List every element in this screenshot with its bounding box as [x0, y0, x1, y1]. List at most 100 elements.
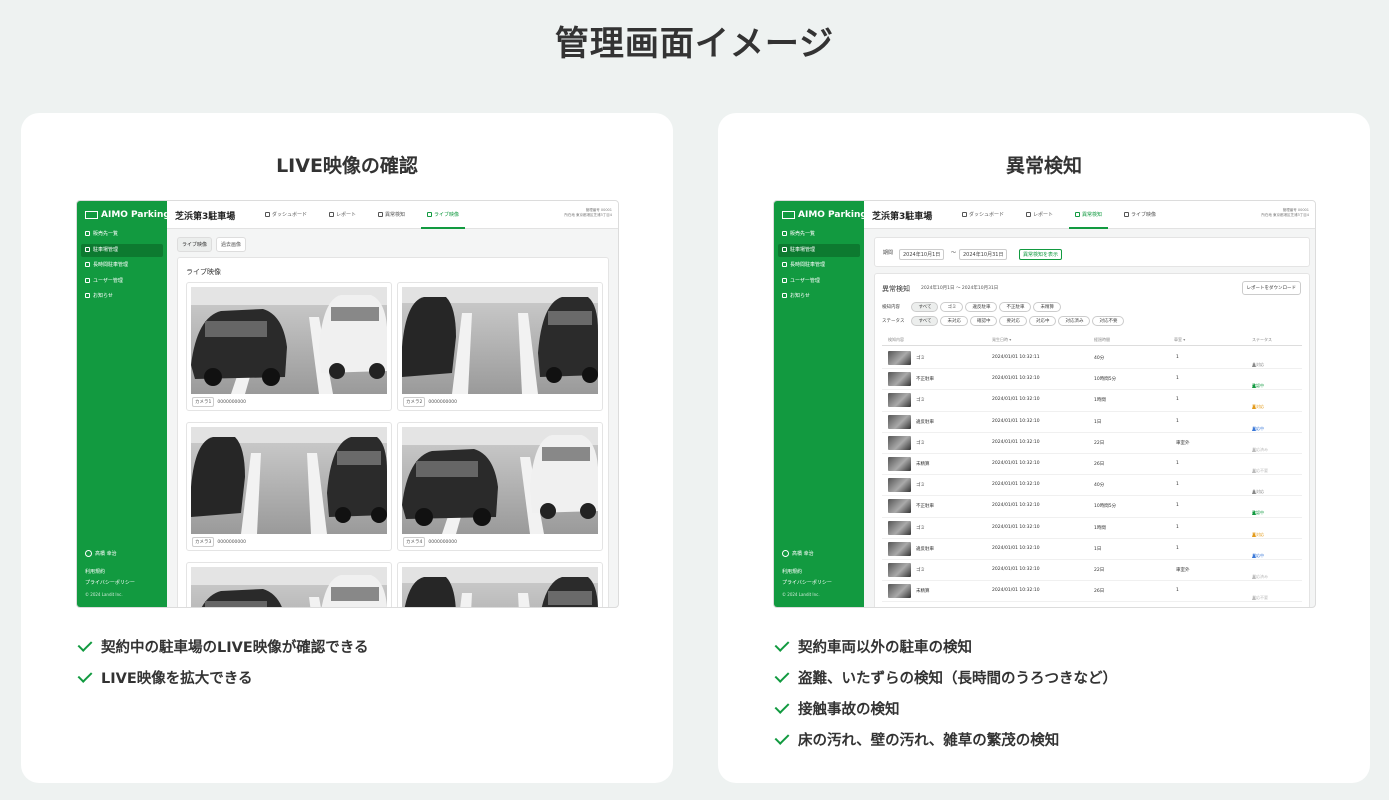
anomaly-thumbnail — [888, 393, 911, 408]
check-icon — [77, 637, 93, 652]
column-header[interactable]: 発生日時 ▾ — [992, 337, 1011, 343]
sidebar-item-long-parking[interactable]: 長時間駐車管理 — [81, 259, 163, 272]
anomaly-table: ゴミ 2024/01/01 10:32:11 40分 1 未対応 不正駐車 2024/01/… — [882, 348, 1302, 603]
terms-link[interactable]: 利用規約 — [782, 568, 802, 575]
show-anomaly-button[interactable]: 異常検知を表示 — [1019, 249, 1063, 260]
table-row[interactable]: ゴミ 2024/01/01 10:32:10 22日 車室外 対応済み — [882, 433, 1302, 454]
tab-live[interactable]: ライブ映像 — [421, 201, 466, 229]
download-report-button[interactable]: レポートをダウンロード — [1241, 281, 1301, 295]
tab-dashboard[interactable]: ダッシュボード — [956, 201, 1010, 229]
table-row[interactable]: ゴミ 2024/01/01 10:32:10 1時間 1 要対応 — [882, 390, 1302, 412]
table-row[interactable]: ゴミ 2024/01/01 10:32:10 1時間 1 要対応 — [882, 518, 1302, 539]
anomaly-elapsed: 1日 — [1094, 546, 1102, 552]
filter-chip[interactable]: 対応不要 — [1092, 316, 1125, 326]
camera-tile[interactable] — [397, 562, 603, 607]
sidebar-item-users[interactable]: ユーザー管理 — [778, 275, 860, 288]
filter-chip[interactable]: 未対応 — [940, 316, 968, 326]
sidebar-item-long-parking[interactable]: 長時間駐車管理 — [778, 259, 860, 272]
table-row[interactable]: 不正駐車 2024/01/01 10:32:10 10時間5分 1 確認中 — [882, 496, 1302, 518]
anomaly-thumbnail — [888, 456, 911, 471]
card-title: LIVE映像の確認 — [276, 155, 418, 177]
subtab-past[interactable]: 過去画像 — [216, 237, 247, 252]
table-header: 検知内容 発生日時 ▾ 経過時間 車室 ▾ ステータス — [882, 337, 1302, 346]
sidebar-item-parking[interactable]: 駐車場管理 — [778, 243, 860, 257]
camera-id: 0000000000 — [217, 400, 247, 405]
sidebar-item-sellers[interactable]: 販売先一覧 — [81, 228, 163, 241]
camera-name: カメラ4 — [403, 537, 426, 547]
table-row[interactable]: ゴミ 2024/01/01 10:32:10 40分 1 未対応 — [882, 475, 1302, 497]
tab-dashboard[interactable]: ダッシュボード — [259, 201, 313, 229]
sidebar-item-news[interactable]: お知らせ — [81, 290, 163, 303]
sidebar-item-users[interactable]: ユーザー管理 — [81, 275, 163, 288]
filter-chip[interactable]: 不正駐車 — [999, 302, 1032, 312]
date-separator: 〜 — [951, 250, 957, 256]
user-icon — [782, 277, 787, 283]
table-row[interactable]: ゴミ 2024/01/01 10:32:10 22日 車室外 対応済み — [882, 560, 1302, 582]
anomaly-type: 不正駐車 — [916, 377, 934, 383]
sidebar-item-parking[interactable]: 駐車場管理 — [81, 243, 163, 257]
subtab-live[interactable]: ライブ映像 — [177, 237, 213, 252]
sidebar-user[interactable]: 高橋 幸治 — [85, 550, 117, 557]
camera-tile[interactable]: カメラ4 0000000000 — [397, 422, 603, 551]
anomaly-elapsed: 1日 — [1094, 419, 1102, 425]
anomaly-elapsed: 40分 — [1094, 483, 1105, 489]
camera-id: 0000000000 — [428, 540, 458, 545]
table-row[interactable]: ゴミ 2024/01/01 10:32:11 40分 1 未対応 — [882, 348, 1302, 370]
logo-icon — [782, 210, 795, 219]
filter-chip[interactable]: ゴミ — [940, 302, 964, 312]
period-label: 期間 — [883, 250, 894, 256]
anomaly-time: 2024/01/01 10:32:11 — [992, 355, 1040, 360]
anomaly-type: ゴミ — [916, 356, 925, 361]
terms-link[interactable]: 利用規約 — [85, 568, 105, 575]
privacy-link[interactable]: プライバシーポリシー — [85, 579, 135, 586]
filter-chip[interactable]: 違反駐車 — [965, 302, 998, 312]
date-to-input[interactable]: 2024年10月31日 — [959, 249, 1008, 260]
anomaly-elapsed: 22日 — [1094, 567, 1105, 573]
tab-report[interactable]: レポート — [323, 201, 362, 229]
camera-tile[interactable]: カメラ3 0000000000 — [186, 422, 392, 551]
logo-icon — [85, 210, 98, 219]
filter-chip[interactable]: すべて — [911, 302, 939, 312]
anomaly-type: ゴミ — [916, 398, 925, 404]
table-row[interactable]: 未精算 2024/01/01 10:32:10 26日 1 対応不要 — [882, 454, 1302, 476]
filter-chip[interactable]: 未精算 — [1033, 302, 1061, 312]
sidebar-item-sellers[interactable]: 販売先一覧 — [778, 228, 860, 241]
anomaly-thumbnail — [888, 372, 911, 387]
anomaly-type: 未精算 — [916, 589, 930, 595]
date-from-input[interactable]: 2024年10月1日 — [899, 249, 945, 260]
table-row[interactable]: 不正駐車 2024/01/01 10:32:10 10時間5分 1 確認中 — [882, 369, 1302, 391]
table-row[interactable]: 違反駐車 2024/01/01 10:32:10 1日 1 対応中 — [882, 539, 1302, 560]
feature-item: 契約中の駐車場のLIVE映像が確認できる — [77, 631, 368, 662]
anomaly-thumbnail — [888, 499, 911, 514]
camera-tile[interactable]: カメラ2 0000000000 — [397, 282, 603, 411]
filter-chip[interactable]: 対応中 — [1028, 316, 1057, 326]
tab-anomaly[interactable]: 異常検知 — [372, 201, 411, 229]
privacy-link[interactable]: プライバシーポリシー — [782, 579, 832, 586]
filter-chip[interactable]: 要対応 — [999, 316, 1027, 326]
filter-chip[interactable]: 対応済み — [1058, 316, 1091, 326]
column-header: ステータス — [1252, 337, 1272, 342]
anomaly-time: 2024/01/01 10:32:10 — [992, 545, 1040, 551]
topbar: 芝浜第3駐車場 ダッシュボード レポート 異常検知 ライブ映像 管理番号 000… — [167, 201, 618, 229]
filter-chip[interactable]: 確認中 — [969, 316, 998, 326]
tab-live[interactable]: ライブ映像 — [1118, 201, 1162, 229]
camera-tile[interactable] — [186, 562, 392, 607]
monitor-icon — [427, 212, 433, 217]
anomaly-type: 不正駐車 — [916, 504, 934, 510]
sidebar-user[interactable]: 高橋 幸治 — [782, 550, 814, 557]
filter-chip[interactable]: すべて — [911, 316, 939, 326]
tab-report[interactable]: レポート — [1020, 201, 1059, 229]
camera-image — [402, 287, 598, 394]
feature-item: LIVE映像を拡大できる — [77, 662, 368, 693]
camera-name: カメラ2 — [403, 397, 426, 407]
table-row[interactable]: 未精算 2024/01/01 10:32:10 26日 1 対応不要 — [882, 581, 1302, 603]
table-row[interactable]: 違反駐車 2024/01/01 10:32:10 1日 1 対応中 — [882, 412, 1302, 433]
anomaly-room: 1 — [1176, 524, 1179, 530]
sidebar: AIMO Parking 販売先一覧 駐車場管理 長時間駐車管理 ユーザー管理 … — [774, 201, 867, 607]
anomaly-thumbnail — [888, 435, 911, 450]
column-header[interactable]: 車室 ▾ — [1174, 337, 1185, 343]
anomaly-thumbnail — [888, 351, 911, 365]
tab-anomaly[interactable]: 異常検知 — [1069, 201, 1109, 229]
camera-tile[interactable]: カメラ1 0000000000 — [186, 282, 392, 411]
sidebar-item-news[interactable]: お知らせ — [778, 290, 860, 303]
